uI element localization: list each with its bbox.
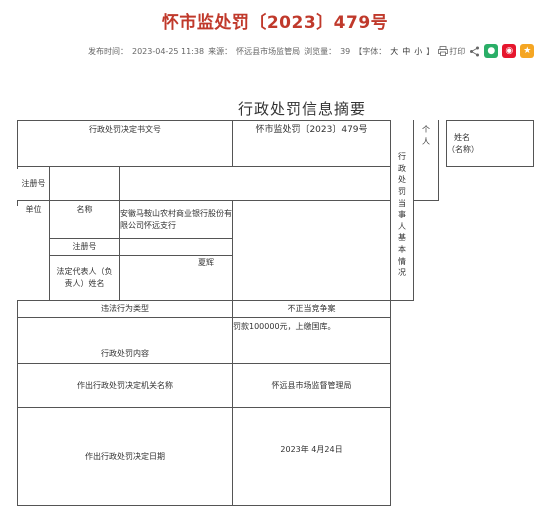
doc-number: 怀市监处罚〔2023〕479号 (255, 125, 368, 136)
font-large-button[interactable]: 大 (390, 46, 398, 57)
unit-name: 安徽马鞍山农村商业银行股份有限公司怀远支行 (120, 208, 232, 230)
views-label: 浏览量： (304, 46, 337, 56)
printer-icon (438, 46, 449, 56)
share-icon[interactable] (469, 46, 480, 57)
wechat-share-icon[interactable]: ● (484, 44, 499, 58)
font-small-button[interactable]: 小 (414, 46, 422, 57)
name-label: 名称 (76, 205, 93, 214)
authority-label: 作出行政处罚决定机关名称 (77, 380, 173, 390)
views-count: 39 (340, 46, 351, 56)
individual-label: 个人 (414, 121, 438, 151)
individual-name-label: 姓名（名称） (447, 132, 479, 154)
unit-label: 单位 (25, 205, 42, 214)
font-medium-button[interactable]: 中 (402, 46, 410, 57)
reg-no-label: 注册号 (21, 178, 46, 188)
font-size-close: 】 (426, 46, 435, 56)
print-label: 打印 (449, 46, 466, 56)
article-meta: 发布时间： 2023-04-25 11:38 来源： 怀远县市场监管局 浏览量：… (88, 44, 535, 58)
favorite-star-icon[interactable]: ★ (520, 44, 535, 58)
individual-text: 个人 (422, 125, 430, 146)
doc-number-label: 行政处罚决定书文号 (89, 125, 161, 134)
party-section-text: 行政处罚当事人基本情况 (398, 152, 406, 278)
legal-rep-name: 夏辉 (198, 258, 214, 267)
print-button[interactable]: 打印 (438, 46, 465, 57)
page-title: 怀市监处罚〔2023〕479号 (161, 13, 389, 33)
font-size-label: 【字体： (354, 46, 387, 56)
source: 怀远县市场监管局 (236, 46, 301, 56)
publish-time: 2023-04-25 11:38 (132, 46, 205, 56)
source-label: 来源： (208, 46, 233, 56)
penalty-content: 罚款100000元，上缴国库。 (233, 322, 336, 331)
violation-type: 不正当竞争案 (287, 304, 336, 313)
table-title: 行政处罚信息摘要 (238, 100, 367, 118)
publish-time-label: 发布时间： (88, 46, 128, 56)
authority: 怀远县市场监督管理局 (271, 380, 352, 390)
party-section-label: 行政处罚当事人基本情况 (391, 130, 413, 300)
decision-date: 2023年 4月24日 (280, 445, 343, 454)
violation-type-label: 违法行为类型 (101, 304, 149, 313)
penalty-content-label: 行政处罚内容 (101, 349, 149, 358)
weibo-share-icon[interactable]: ◉ (502, 44, 517, 58)
legal-rep-label: 法定代表人（负责人）姓名 (56, 267, 113, 288)
unit-reg-no-label: 注册号 (72, 242, 97, 251)
decision-date-label: 作出行政处罚决定日期 (85, 451, 165, 461)
